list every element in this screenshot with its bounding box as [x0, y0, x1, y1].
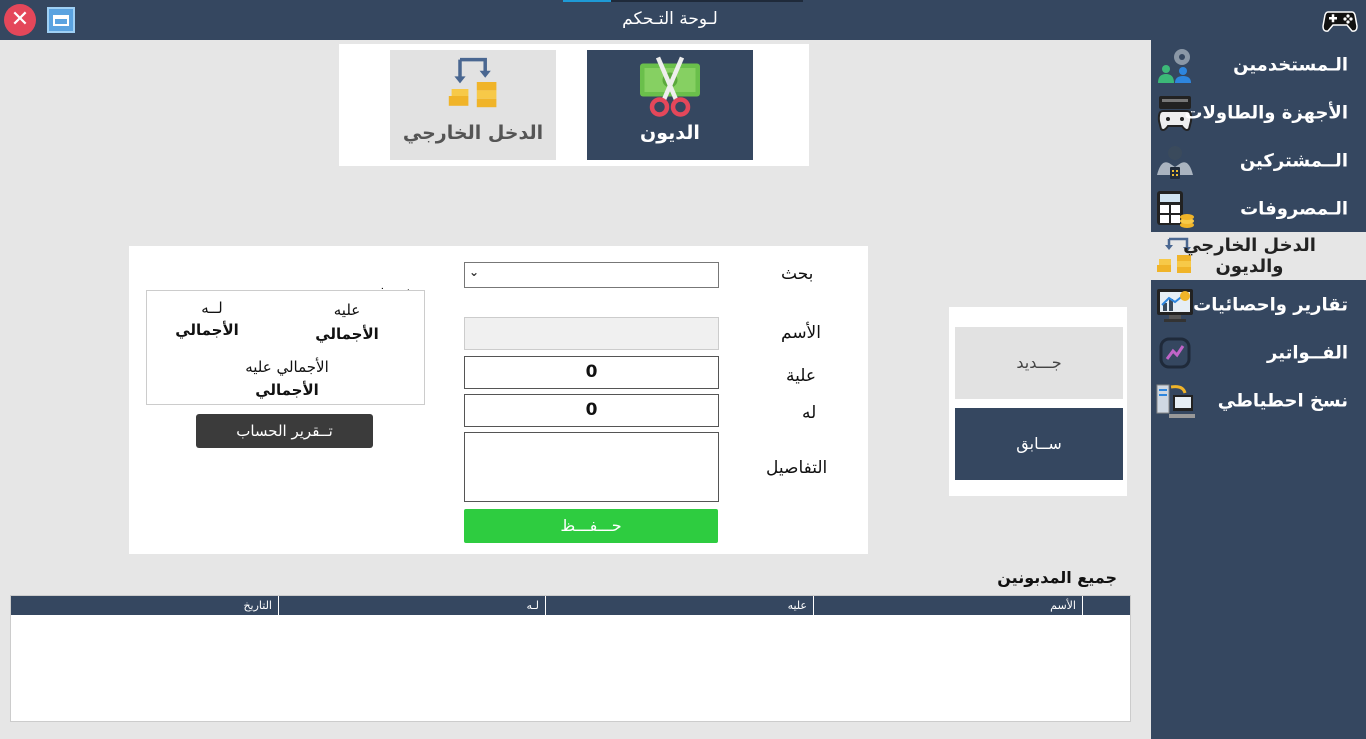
new-button[interactable]: جـــديد	[955, 327, 1123, 399]
maximize-button[interactable]	[47, 7, 75, 33]
sidebar-item-label: الـمستخدمين	[1233, 54, 1348, 76]
sidebar-item-label: الأجهزة والطاولات	[1184, 102, 1348, 124]
tile-label: الدخل الخارجي	[402, 122, 544, 144]
sidebar-item-label: الفــواتير	[1267, 342, 1348, 364]
column-header-alayh[interactable]: عليه	[545, 596, 813, 615]
sidebar-item-expenses[interactable]: الـمصروفات	[1151, 186, 1366, 232]
debtors-table[interactable]: الأسم عليه لـه التاريخ	[10, 595, 1131, 722]
title-accent-dark	[611, 0, 803, 2]
sidebar-item-devices[interactable]: الأجهزة والطاولات	[1151, 90, 1366, 136]
search-select[interactable]: ⌄	[464, 262, 719, 288]
section-tiles: الدخل الخارجي الديون	[339, 44, 809, 166]
tile-label: الديون	[640, 122, 700, 144]
users-gear-icon	[1158, 49, 1191, 83]
name-input[interactable]	[464, 317, 719, 350]
tile-debts[interactable]: الديون	[587, 50, 753, 160]
sidebar: الـمستخدمين الأجهزة والطاولات الــمشتركي…	[1151, 40, 1366, 739]
chevron-down-icon: ⌄	[469, 265, 480, 279]
backup-icon	[1156, 384, 1195, 418]
alayh-amount-input[interactable]: 0	[464, 356, 719, 389]
income-transfer-icon	[448, 57, 497, 108]
sidebar-item-reports[interactable]: تقارير واحصائيات	[1151, 282, 1366, 328]
sidebar-item-label: الــمشتركين	[1239, 150, 1348, 172]
column-header-lah[interactable]: لـه	[278, 596, 545, 615]
sidebar-item-backup[interactable]: نسخ احطياطي	[1151, 378, 1366, 424]
summary-net-total: الأجمالي	[255, 381, 319, 399]
subscribers-icon	[1157, 146, 1193, 179]
table-title: جميع المدبونين	[997, 568, 1117, 587]
gamepad-logo-icon	[1322, 11, 1358, 32]
tile-external-income[interactable]: الدخل الخارجي	[390, 50, 556, 160]
money-scissors-icon	[640, 56, 700, 117]
search-label: بحث	[781, 264, 814, 284]
invoice-chart-icon	[1159, 337, 1191, 369]
summary-net-heading: الأجمالي عليه	[245, 358, 329, 376]
sidebar-item-invoices[interactable]: الفــواتير	[1151, 330, 1366, 376]
sidebar-item-label: تقارير واحصائيات	[1193, 294, 1348, 316]
lah-label: له	[802, 403, 817, 423]
record-nav-panel: جـــديد ســابق	[949, 307, 1127, 496]
table-header: الأسم عليه لـه التاريخ	[11, 596, 1130, 615]
details-label: التفاصيل	[766, 458, 828, 478]
lah-amount-input[interactable]: 0	[464, 394, 719, 427]
summary-lah-heading: لــه	[201, 299, 223, 317]
title-accent	[563, 0, 611, 2]
previous-button[interactable]: ســابق	[955, 408, 1123, 480]
alayh-label: علية	[786, 366, 817, 386]
sidebar-item-income-debts[interactable]: الدخل الخارجي والديون	[1151, 232, 1366, 280]
details-textarea[interactable]	[464, 432, 719, 502]
window-title: لـوحة التـحكم	[622, 9, 718, 29]
sidebar-item-label: الـمصروفات	[1240, 198, 1348, 220]
sidebar-item-label: الدخل الخارجي والديون	[1183, 235, 1316, 277]
calculator-coins-icon	[1157, 191, 1194, 228]
summary-lah-total: الأجمالي	[175, 321, 239, 339]
save-button[interactable]: حـــفـــظ	[464, 509, 718, 543]
sidebar-item-users[interactable]: الـمستخدمين	[1151, 42, 1366, 88]
summary-alayh-heading: عليه	[333, 301, 361, 319]
summary-alayh-total: الأجمالي	[315, 325, 379, 343]
sidebar-item-subscribers[interactable]: الــمشتركين	[1151, 138, 1366, 184]
column-header-row-select	[1082, 596, 1130, 615]
column-header-date[interactable]: التاريخ	[11, 596, 278, 615]
account-report-button[interactable]: تــقرير الحساب	[196, 414, 373, 448]
sidebar-item-label: نسخ احطياطي	[1217, 390, 1348, 412]
close-button[interactable]: ✕	[4, 4, 36, 36]
statistics-monitor-icon	[1157, 289, 1193, 322]
name-label: الأسم	[781, 323, 821, 343]
summary-box: لــه الأجمالي عليه الأجمالي الأجمالي علي…	[146, 290, 425, 405]
column-header-name[interactable]: الأسم	[813, 596, 1082, 615]
debt-form-panel: بحث ⌄ الأسم علية 0 له 0 التفاصيل حـــفــ…	[129, 246, 868, 554]
